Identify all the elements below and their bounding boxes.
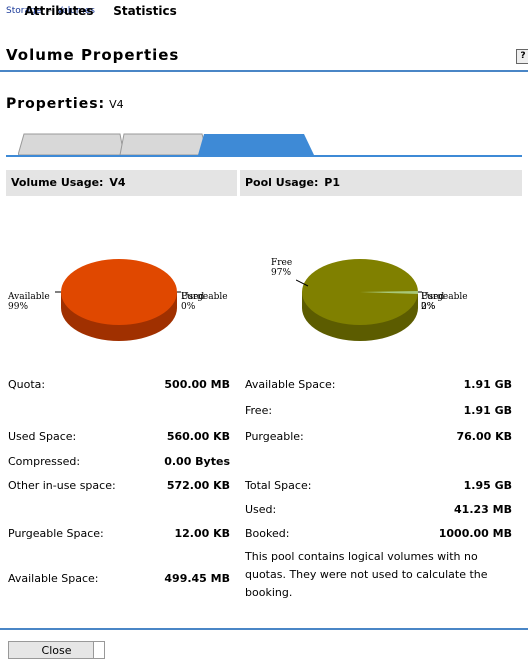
pool-total-space-value: 1.95 GB [463, 479, 512, 492]
volume-other-inuse-label: Other in-use space: [8, 479, 116, 492]
volume-other-inuse-value: 572.00 KB [166, 479, 230, 492]
tab-attributes[interactable]: Attributes [12, 0, 106, 20]
pool-free-value: 1.91 GB [463, 404, 512, 417]
volume-purgeable-space-value: 12.00 KB [174, 527, 230, 540]
properties-heading: Properties: V4 [6, 96, 124, 112]
volume-used-space-label: Used Space: [8, 430, 77, 443]
volume-compressed-value: 0.00 Bytes [164, 455, 230, 468]
pool-chart-label-free: Free 97% [271, 258, 293, 278]
properties-label: Properties: [6, 96, 106, 112]
properties-volume-name: V4 [109, 98, 124, 111]
volume-usage-name: V4 [109, 176, 126, 189]
help-icon[interactable]: ? [516, 49, 528, 64]
close-button[interactable]: Close [8, 641, 105, 659]
volume-quota-value: 500.00 MB [164, 378, 230, 391]
volume-usage-header: Volume Usage: V4 [6, 170, 237, 196]
volume-usage-pie-chart [55, 259, 181, 341]
pool-available-space-label: Available Space: [245, 378, 336, 391]
volume-pie-slice-available [61, 259, 177, 325]
title-divider [0, 70, 528, 72]
page-title: Volume Properties [6, 46, 180, 64]
pool-purgeable-value: 76.00 KB [456, 430, 512, 443]
tab-strip-shapes [18, 133, 314, 156]
pool-used-label: Used: [245, 503, 277, 516]
volume-chart-label-available: Available 99% [8, 292, 50, 312]
pool-booked-label: Booked: [245, 527, 290, 540]
volume-used-space-value: 560.00 KB [166, 430, 230, 443]
pool-total-space-label: Total Space: [245, 479, 312, 492]
tab-quota-usage[interactable]: Quota Usage [184, 0, 284, 20]
pool-used-value: 41.23 MB [454, 503, 512, 516]
tab-divider [6, 155, 522, 157]
volume-purgeable-space-label: Purgeable Space: [8, 527, 104, 540]
volume-compressed-label: Compressed: [8, 455, 81, 468]
bottom-divider [0, 628, 528, 630]
pool-usage-header: Pool Usage: P1 [240, 170, 522, 196]
pool-available-space-value: 1.91 GB [463, 378, 512, 391]
tab-statistics[interactable]: Statistics [104, 0, 186, 20]
volume-chart-label-purgeable: Purgeable Used 0% [181, 292, 228, 312]
pool-booking-note: This pool contains logical volumes with … [245, 550, 488, 599]
pool-free-label: Free: [245, 404, 273, 417]
pool-booked-value: 1000.00 MB [438, 527, 512, 540]
close-button-label: Close [41, 644, 72, 657]
volume-quota-label: Quota: [8, 378, 46, 391]
volume-available-space-label: Available Space: [8, 572, 99, 585]
pool-usage-label: Pool Usage: [245, 176, 319, 189]
volume-usage-label: Volume Usage: [11, 176, 104, 189]
pool-purgeable-label: Purgeable: [245, 430, 304, 443]
pool-usage-pie-chart [296, 259, 422, 341]
pool-usage-name: P1 [324, 176, 340, 189]
volume-available-space-value: 499.45 MB [164, 572, 230, 585]
